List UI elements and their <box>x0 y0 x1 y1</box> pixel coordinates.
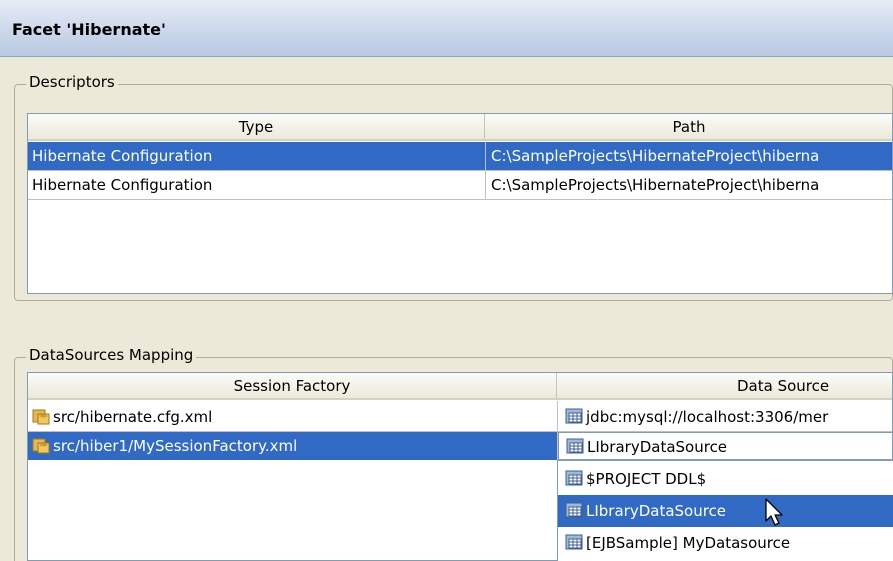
datasource-icon <box>566 436 584 454</box>
datasource-icon <box>565 466 583 486</box>
session-factory-icon <box>32 406 50 425</box>
source-combo[interactable]: LIbraryDataSource <box>558 432 892 460</box>
source-label: jdbc:mysql://localhost:3306/mer <box>586 408 829 426</box>
path-cell: C:\SampleProjects\HibernateProject\hiber… <box>491 147 820 165</box>
source-label: LIbraryDataSource <box>587 438 728 456</box>
column-header-session-factory[interactable]: Session Factory <box>28 373 557 400</box>
column-divider <box>485 142 486 200</box>
mouse-pointer-icon <box>764 498 788 528</box>
column-header-type[interactable]: Type <box>28 114 485 141</box>
table-row[interactable]: Hibernate Configuration C:\SampleProject… <box>28 142 892 170</box>
column-header-path[interactable]: Path <box>485 114 892 141</box>
dropdown-item-label: [EJBSample] MyDatasource <box>586 534 791 552</box>
datasource-icon <box>565 498 583 518</box>
dropdown-item-label: LIbraryDataSource <box>586 502 727 520</box>
row-divider <box>28 199 892 200</box>
dropdown-item[interactable]: $PROJECT DDL$ <box>558 463 893 495</box>
descriptors-legend: Descriptors <box>26 73 118 91</box>
dropdown-item[interactable]: LIbraryDataSource <box>558 495 893 527</box>
dropdown-item[interactable]: [EJBSample] MyDatasource <box>558 527 893 559</box>
column-header-data-source[interactable]: Data Source <box>557 373 892 400</box>
datasources-legend: DataSources Mapping <box>26 346 197 364</box>
factory-cell: src/hibernate.cfg.xml <box>28 403 557 431</box>
facet-header: Facet 'Hibernate' <box>0 0 893 57</box>
datasource-icon <box>565 530 583 550</box>
table-row[interactable]: src/hibernate.cfg.xml jdbc:mysql://local… <box>28 403 892 431</box>
factory-label: src/hiber1/MySessionFactory.xml <box>53 437 298 455</box>
factory-cell: src/hiber1/MySessionFactory.xml <box>28 432 557 460</box>
type-cell: Hibernate Configuration <box>32 147 213 165</box>
table-row[interactable]: src/hiber1/MySessionFactory.xml LIbraryD… <box>28 432 892 460</box>
datasource-icon <box>565 406 583 424</box>
factory-label: src/hibernate.cfg.xml <box>53 408 213 426</box>
dropdown-item-label: $PROJECT DDL$ <box>586 470 707 488</box>
facet-title: Facet 'Hibernate' <box>12 20 166 39</box>
datasource-dropdown-list[interactable]: $PROJECT DDL$ LIbraryDataSource [EJBSamp… <box>557 460 893 561</box>
descriptors-table[interactable]: Type Path Hibernate Configuration C:\Sam… <box>27 113 893 294</box>
table-row[interactable]: Hibernate Configuration C:\SampleProject… <box>28 171 892 199</box>
session-factory-icon <box>32 435 50 454</box>
path-cell: C:\SampleProjects\HibernateProject\hiber… <box>491 176 820 194</box>
source-cell: jdbc:mysql://localhost:3306/mer <box>561 403 892 431</box>
type-cell: Hibernate Configuration <box>32 176 213 194</box>
column-divider <box>557 401 558 461</box>
